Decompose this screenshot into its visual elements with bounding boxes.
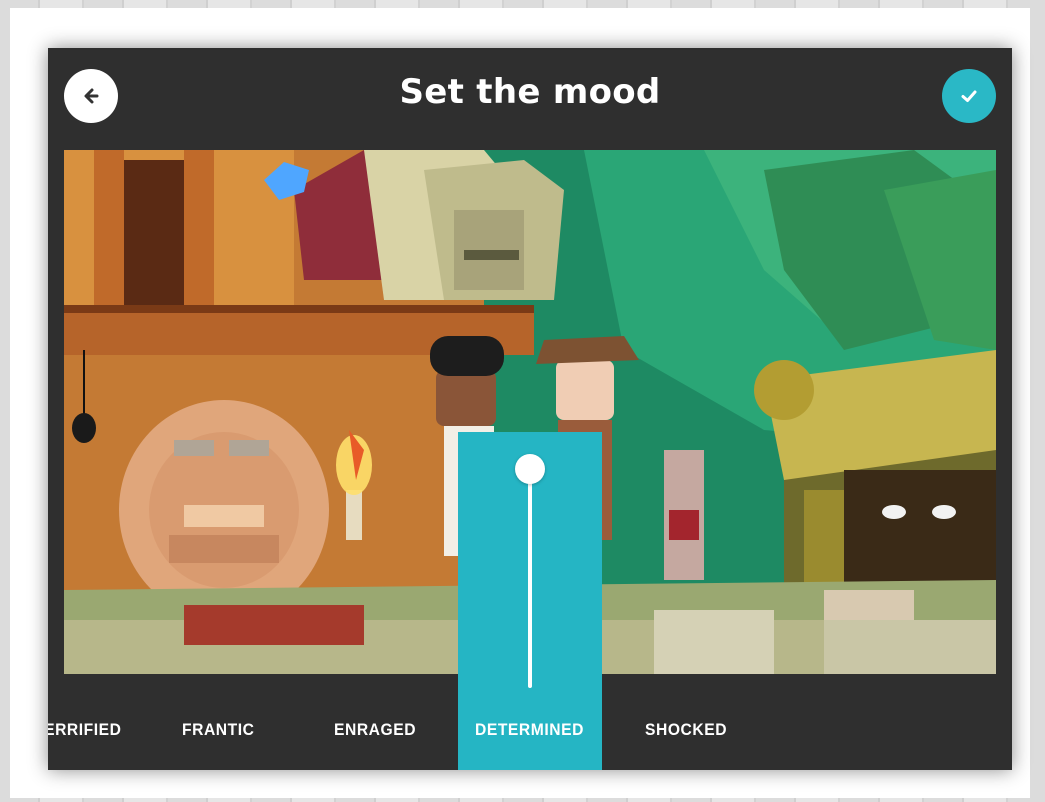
mood-dialog: Set the mood RRIFIED FRANTIC ENRAGED DET… bbox=[48, 48, 1012, 770]
mood-option-shocked[interactable]: SHOCKED bbox=[645, 720, 727, 740]
mood-option-frantic[interactable]: FRANTIC bbox=[182, 720, 255, 740]
mood-option-determined[interactable]: DETERMINED bbox=[475, 720, 584, 740]
mood-options: TERRIFIED FRANTIC ENRAGED DETERMINED SHO… bbox=[48, 674, 1012, 770]
confirm-button[interactable] bbox=[942, 69, 996, 123]
mood-slider-thumb[interactable] bbox=[515, 454, 545, 484]
check-icon bbox=[961, 90, 977, 102]
mood-option-terrified[interactable]: TERRIFIED bbox=[48, 720, 122, 740]
mood-slider-track[interactable] bbox=[528, 468, 532, 688]
mood-option-enraged[interactable]: ENRAGED bbox=[334, 720, 416, 740]
page-title: Set the mood bbox=[399, 72, 661, 112]
